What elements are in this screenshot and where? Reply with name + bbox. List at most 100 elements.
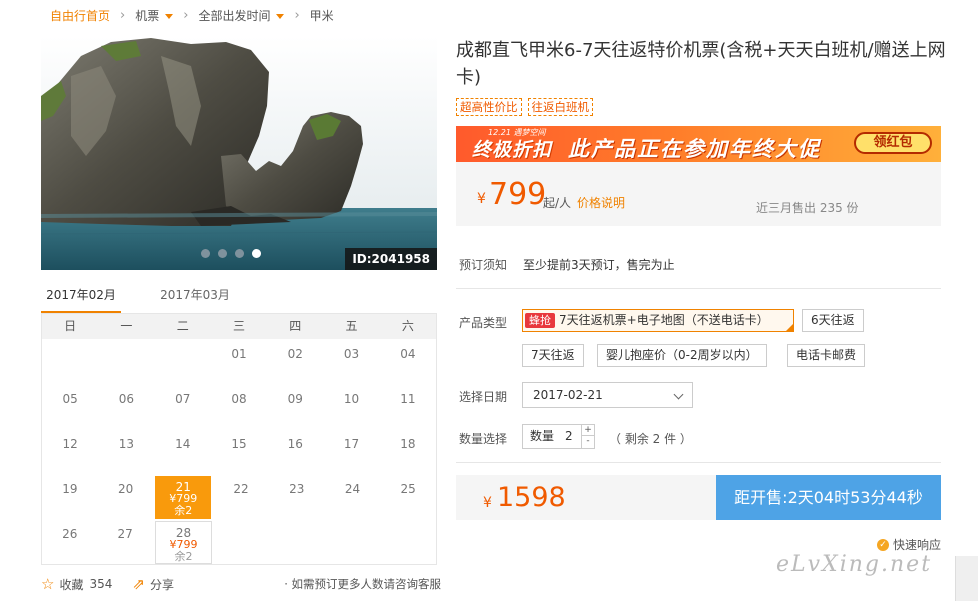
calendar-day-remaining: 余2 <box>174 504 193 517</box>
calendar-day: 04 <box>380 339 436 384</box>
check-icon: ✓ <box>877 538 889 551</box>
calendar-day-number: 12 <box>62 437 78 451</box>
favorite-count: 354 <box>89 577 113 591</box>
calendar-day[interactable]: 21 ¥799 余2 <box>155 476 212 519</box>
calendar-month-tabs: 2017年02月 2017年03月 <box>41 283 437 313</box>
product-type-option[interactable]: 7天往返 <box>522 344 584 367</box>
calendar-day-number: 01 <box>231 347 247 361</box>
calendar-day: 14 <box>155 429 211 474</box>
booking-notice-label: 预订须知 <box>459 258 508 272</box>
calendar-day: 01 <box>211 339 267 384</box>
favorite-button[interactable]: ☆ 收藏 354 <box>41 575 112 593</box>
price-panel: ¥ 799 起/人 价格说明 近三月售出 235 份 <box>456 162 941 226</box>
date-select-value: 2017-02-21 <box>533 388 603 402</box>
share-button[interactable]: ⇗ 分享 <box>132 575 174 593</box>
calendar-day: 20 <box>98 474 154 519</box>
calendar-day-number: 14 <box>175 437 191 451</box>
flash-sale-badge: 蜂抢 <box>525 313 555 328</box>
product-actions: ☆ 收藏 354 ⇗ 分享 · 如需预订更多人数请咨询客服 <box>41 573 441 595</box>
site-watermark: eLvXing.net <box>776 552 933 577</box>
limestone-island-photo <box>41 36 437 270</box>
calendar-day-number: 17 <box>343 437 360 451</box>
calendar-day: 09 <box>267 384 323 429</box>
calendar-day: 23 <box>269 474 325 519</box>
product-type-option-selected[interactable]: 蜂抢 7天往返机票+电子地图（不送电话卡） <box>522 309 794 332</box>
product-type-option[interactable]: 电话卡邮费 <box>787 344 866 367</box>
breadcrumb-time-dropdown[interactable]: 全部出发时间 <box>198 7 285 24</box>
date-select[interactable]: 2017-02-21 <box>522 382 693 408</box>
calendar-empty-cell <box>325 519 380 564</box>
calendar-day[interactable]: 28 ¥799 余2 <box>154 521 213 564</box>
weekday-label: 日 <box>64 319 77 333</box>
calendar-day: 08 <box>211 384 267 429</box>
calendar-empty-cell <box>155 339 211 384</box>
calendar-day: 13 <box>98 429 154 474</box>
calendar-day-number: 06 <box>118 392 135 406</box>
breadcrumb-destination: 甲米 <box>309 8 334 23</box>
calendar-day: 22 <box>213 474 269 519</box>
calendar-day: 24 <box>325 474 381 519</box>
star-icon: ☆ <box>41 575 55 593</box>
fast-response-label: 快速响应 <box>893 538 942 552</box>
calendar-empty-cell <box>42 339 98 384</box>
contact-service-note: · 如需预订更多人数请咨询客服 <box>284 577 441 591</box>
quantity-increment-button[interactable]: + <box>582 425 594 436</box>
page-fold-decoration <box>955 556 978 601</box>
product-image-carousel[interactable]: ID:2041958 <box>41 36 437 270</box>
breadcrumb-home-link[interactable]: 自由行首页 <box>50 7 110 24</box>
chevron-down-icon <box>673 389 684 400</box>
product-type-option[interactable]: 婴儿抱座价（0-2周岁以内） <box>597 344 767 367</box>
weekday-label: 二 <box>176 319 189 333</box>
breadcrumb-flight-label: 机票 <box>135 8 160 23</box>
carousel-dot[interactable] <box>201 249 210 258</box>
calendar-week-row: 19 20 21 ¥799 余2 22 23 24 25 <box>42 474 436 519</box>
product-type-label: 产品类型 <box>459 316 508 330</box>
breadcrumb-flight-dropdown[interactable]: 机票 <box>135 7 174 24</box>
calendar-day: 27 <box>97 519 152 564</box>
price-explanation-link[interactable]: 价格说明 <box>577 194 625 211</box>
caret-down-icon <box>165 13 174 19</box>
calendar-day: 25 <box>380 474 436 519</box>
sales-count: 近三月售出 235 份 <box>756 201 859 215</box>
calendar-day-number: 20 <box>117 482 134 496</box>
product-type-option[interactable]: 6天往返 <box>802 309 864 332</box>
weekday-label: 六 <box>401 319 414 333</box>
calendar-day-number: 15 <box>231 437 247 451</box>
product-tags: 超高性价比 往返白班机 <box>456 98 593 116</box>
calendar-day-number: 08 <box>231 392 247 406</box>
date-select-label: 选择日期 <box>459 390 508 404</box>
remaining-stock: （ 剩余 2 件 ） <box>609 432 692 446</box>
calendar-week-row: 05 06 07 08 09 10 11 <box>42 384 436 429</box>
promo-banner[interactable]: 12.21 遇梦空间 终极折扣 此产品正在参加年终大促 领红包 <box>456 126 941 162</box>
price-value: 799 <box>489 177 547 212</box>
weekday-label: 五 <box>345 319 358 333</box>
quantity-prefix: 数量 <box>530 429 555 443</box>
product-tag: 往返白班机 <box>527 98 593 116</box>
quantity-value: 2 <box>565 429 573 443</box>
calendar-day: 07 <box>155 384 211 429</box>
carousel-dot[interactable] <box>218 249 227 258</box>
calendar-day: 11 <box>380 384 436 429</box>
price-unit: 起/人 <box>543 196 572 210</box>
tab-month-mar[interactable]: 2017年03月 <box>151 283 239 313</box>
carousel-dot[interactable] <box>235 249 244 258</box>
calendar-empty-cell <box>270 519 325 564</box>
weekday-label: 三 <box>232 319 245 333</box>
tab-month-feb[interactable]: 2017年02月 <box>41 283 121 313</box>
calendar-weekday-header: 日 一 二 三 四 五 六 <box>42 314 436 339</box>
calendar-day-number: 04 <box>400 347 416 361</box>
booking-notice-text: 至少提前3天预订，售完为止 <box>523 258 675 272</box>
product-tag: 超高性价比 <box>456 98 522 116</box>
countdown-buy-button[interactable]: 距开售:2天04时53分44秒 <box>716 475 941 520</box>
calendar-day: 19 <box>42 474 98 519</box>
calendar-day-remaining: 余2 <box>174 550 193 563</box>
total-price-panel: ¥ 1598 <box>456 475 716 520</box>
calendar-day-number: 16 <box>287 437 303 451</box>
quantity-decrement-button[interactable]: - <box>582 436 594 447</box>
share-icon: ⇗ <box>132 575 145 593</box>
quantity-stepper[interactable]: 数量 2 + - <box>522 424 595 449</box>
carousel-dot-active[interactable] <box>252 249 261 258</box>
carousel-dots <box>201 249 261 258</box>
claim-coupon-button[interactable]: 领红包 <box>854 132 932 154</box>
calendar-day-number: 03 <box>343 347 360 361</box>
